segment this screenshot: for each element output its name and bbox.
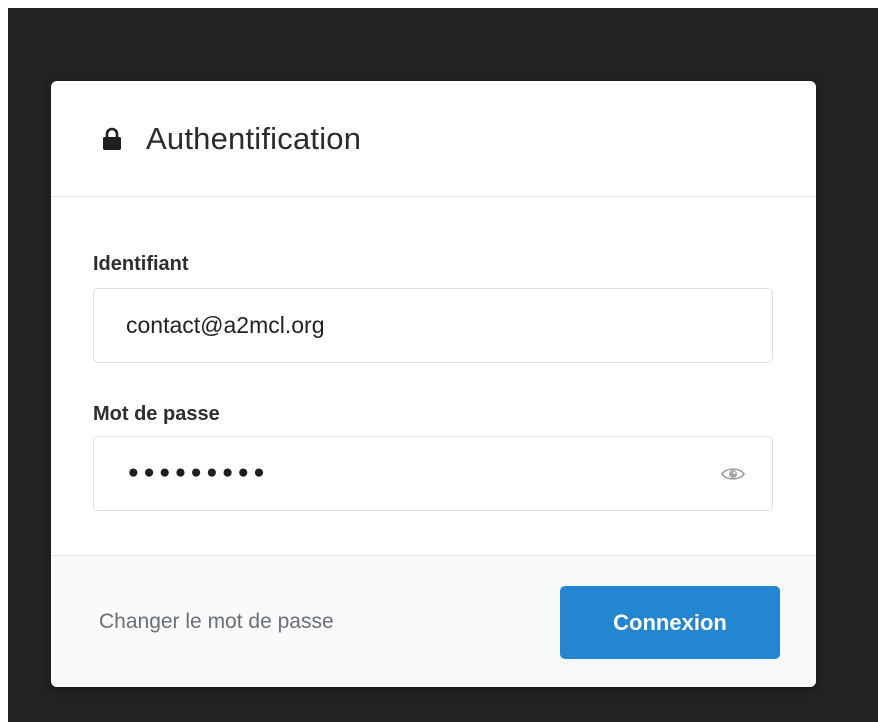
password-label: Mot de passe [93,403,220,425]
password-value[interactable]: ••••••••• [126,461,720,487]
dialog-title: Authentification [146,120,362,156]
username-value[interactable]: contact@a2mcl.org [126,312,746,339]
dialog-header: Authentification [51,81,816,197]
username-label: Identifiant [93,253,189,275]
username-field[interactable]: contact@a2mcl.org [93,288,773,363]
dialog-footer: Changer le mot de passe Connexion [51,555,816,687]
change-password-button[interactable]: Changer le mot de passe [79,586,419,658]
password-field[interactable]: ••••••••• [93,436,773,511]
login-button[interactable]: Connexion [560,586,780,659]
lock-icon [102,126,124,152]
dialog-body: Identifiant contact@a2mcl.org Mot de pas… [51,197,816,555]
login-dialog: Authentification Identifiant contact@a2m… [51,81,816,687]
eye-icon[interactable] [720,465,746,483]
